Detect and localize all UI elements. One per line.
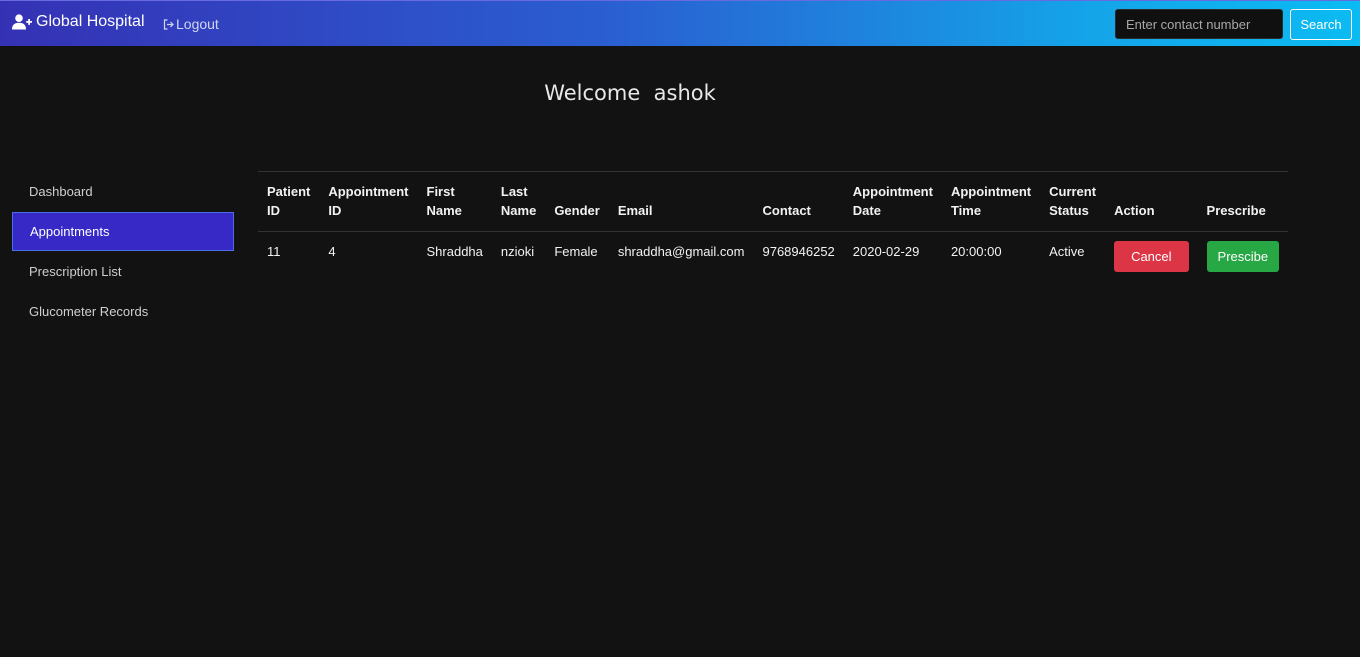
navbar: Global Hospital Logout Search bbox=[0, 0, 1360, 46]
sidebar-item-prescription-list[interactable]: Prescription List bbox=[12, 252, 234, 291]
appointments-table: Patient ID Appointment ID First Name Last Na… bbox=[258, 171, 1289, 283]
header-appointment-time: Appointment Time bbox=[950, 184, 1032, 218]
header-appointment-date: Appointment Date bbox=[852, 184, 933, 218]
user-plus-icon bbox=[12, 14, 32, 30]
cell-last-name: nzioki bbox=[500, 244, 535, 259]
cell-email: shraddha@gmail.com bbox=[617, 244, 745, 259]
header-action: Action bbox=[1114, 203, 1155, 218]
search-button[interactable]: Search bbox=[1290, 9, 1352, 40]
cell-contact: 9768946252 bbox=[762, 244, 835, 259]
logout-link[interactable]: Logout bbox=[163, 16, 219, 32]
header-contact: Contact bbox=[762, 203, 811, 218]
cancel-button[interactable]: Cancel bbox=[1114, 241, 1189, 272]
sign-out-icon bbox=[163, 18, 174, 30]
cell-first-name: Shraddha bbox=[426, 244, 483, 259]
cell-appointment-date: 2020-02-29 bbox=[852, 244, 920, 259]
brand-name: Global Hospital bbox=[36, 13, 145, 30]
cell-prescribe: Prescibe bbox=[1198, 232, 1289, 283]
prescribe-button[interactable]: Prescibe bbox=[1206, 241, 1280, 272]
header-last-name: Last Name bbox=[500, 184, 537, 218]
contact-search-input[interactable] bbox=[1115, 9, 1283, 39]
header-first-name: First Name bbox=[426, 184, 462, 218]
table-row: 11 4 Shraddha nzioki Female shraddha@gma… bbox=[258, 232, 1288, 283]
cell-appointment-id: 4 bbox=[328, 244, 336, 259]
cell-patient-id: 11 bbox=[267, 244, 281, 259]
table-header-row: Patient ID Appointment ID First Name Last Na… bbox=[258, 171, 1289, 232]
header-prescribe: Prescribe bbox=[1206, 203, 1266, 218]
sidebar-item-glucometer-records[interactable]: Glucometer Records bbox=[12, 292, 234, 331]
sidebar-item-appointments[interactable]: Appointments bbox=[12, 212, 234, 251]
header-email: Email bbox=[617, 203, 653, 218]
header-gender: Gender bbox=[554, 203, 600, 218]
header-appointment-id: Appointment ID bbox=[328, 184, 409, 218]
sidebar-item-dashboard[interactable]: Dashboard bbox=[12, 172, 234, 211]
welcome-heading: Welcome ashok bbox=[544, 81, 716, 105]
header-patient-id: Patient ID bbox=[267, 184, 311, 218]
header-current-status: Current Status bbox=[1049, 184, 1097, 218]
cell-action: Cancel bbox=[1105, 232, 1197, 283]
brand-link[interactable]: Global Hospital bbox=[12, 13, 145, 31]
cell-gender: Female bbox=[554, 244, 598, 259]
cell-appointment-time: 20:00:00 bbox=[950, 244, 1002, 259]
logout-label: Logout bbox=[176, 16, 219, 32]
cell-current-status: Active bbox=[1049, 244, 1085, 259]
sidebar: Dashboard Appointments Prescription List… bbox=[12, 172, 234, 332]
